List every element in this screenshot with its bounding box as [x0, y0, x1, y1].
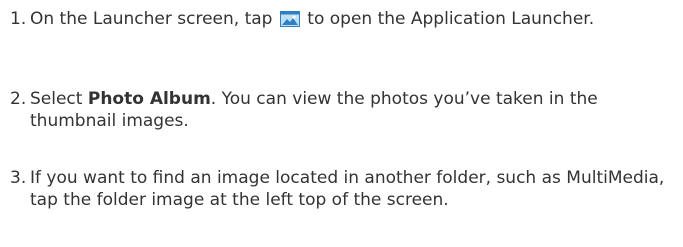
step-1: 1. On the Launcher screen, tap to open t… [10, 8, 680, 30]
step-text: On the Launcher screen, tap to open the … [30, 8, 680, 30]
step-text-start: Select [30, 89, 88, 109]
photo-album-label: Photo Album [87, 89, 211, 109]
step-number: 3. [10, 168, 27, 188]
step-3: 3. If you want to find an image located … [10, 167, 680, 211]
step-text: Select Photo Album. You can view the pho… [30, 88, 680, 132]
step-text-end: to open the Application Launcher. [307, 9, 595, 29]
step-number: 1. [10, 9, 27, 29]
step-number: 2. [10, 89, 27, 109]
step-text-start: On the Launcher screen, tap [30, 9, 273, 29]
step-2: 2. Select Photo Album. You can view the … [10, 88, 680, 132]
step-text: If you want to find an image located in … [30, 168, 665, 210]
application-launcher-icon [279, 10, 300, 28]
